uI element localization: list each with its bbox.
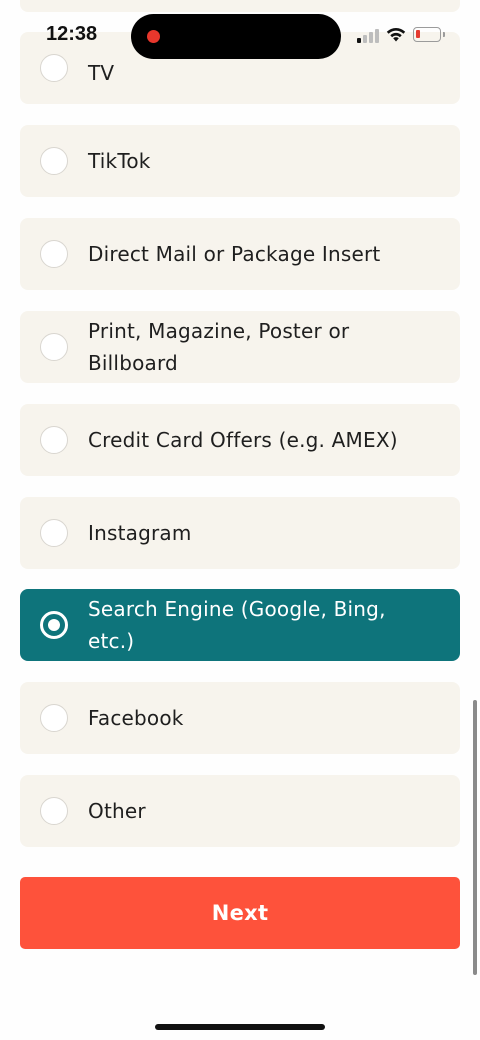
option-other[interactable]: Other (20, 775, 460, 847)
option-label: TV (88, 61, 115, 85)
radio-button-selected[interactable] (40, 611, 68, 639)
radio-button[interactable] (40, 54, 68, 82)
option-label: Credit Card Offers (e.g. AMEX) (88, 428, 398, 452)
status-time: 12:38 (46, 23, 98, 45)
option-tiktok[interactable]: TikTok (20, 125, 460, 197)
radio-button[interactable] (40, 333, 68, 361)
radio-button[interactable] (40, 147, 68, 175)
scrollbar[interactable] (473, 700, 477, 975)
recording-indicator-icon (147, 30, 160, 43)
option-label: Other (88, 799, 146, 823)
radio-button[interactable] (40, 426, 68, 454)
option-direct-mail[interactable]: Direct Mail or Package Insert (20, 218, 460, 290)
option-label: Facebook (88, 706, 184, 730)
radio-button[interactable] (40, 704, 68, 732)
battery-level (416, 30, 420, 38)
option-label: Print, Magazine, Poster or Billboard (88, 319, 350, 375)
wifi-icon (386, 27, 406, 42)
option-partial[interactable] (20, 0, 460, 12)
battery-icon (413, 27, 445, 42)
home-indicator[interactable] (155, 1024, 325, 1030)
option-instagram[interactable]: Instagram (20, 497, 460, 569)
option-label: Instagram (88, 521, 192, 545)
option-label: Search Engine (Google, Bing, etc.) (88, 597, 386, 653)
option-print-magazine[interactable]: Print, Magazine, Poster or Billboard (20, 311, 460, 383)
option-label: Direct Mail or Package Insert (88, 242, 381, 266)
option-search-engine[interactable]: Search Engine (Google, Bing, etc.) (20, 589, 460, 661)
radio-button[interactable] (40, 519, 68, 547)
option-facebook[interactable]: Facebook (20, 682, 460, 754)
survey-screen: TV TikTok Direct Mail or Package Insert … (0, 0, 480, 1040)
radio-button[interactable] (40, 797, 68, 825)
option-credit-card[interactable]: Credit Card Offers (e.g. AMEX) (20, 404, 460, 476)
option-label: TikTok (88, 149, 151, 173)
dynamic-island (131, 14, 341, 59)
next-button[interactable]: Next (20, 877, 460, 949)
radio-button[interactable] (40, 240, 68, 268)
cellular-signal-icon (357, 27, 379, 43)
